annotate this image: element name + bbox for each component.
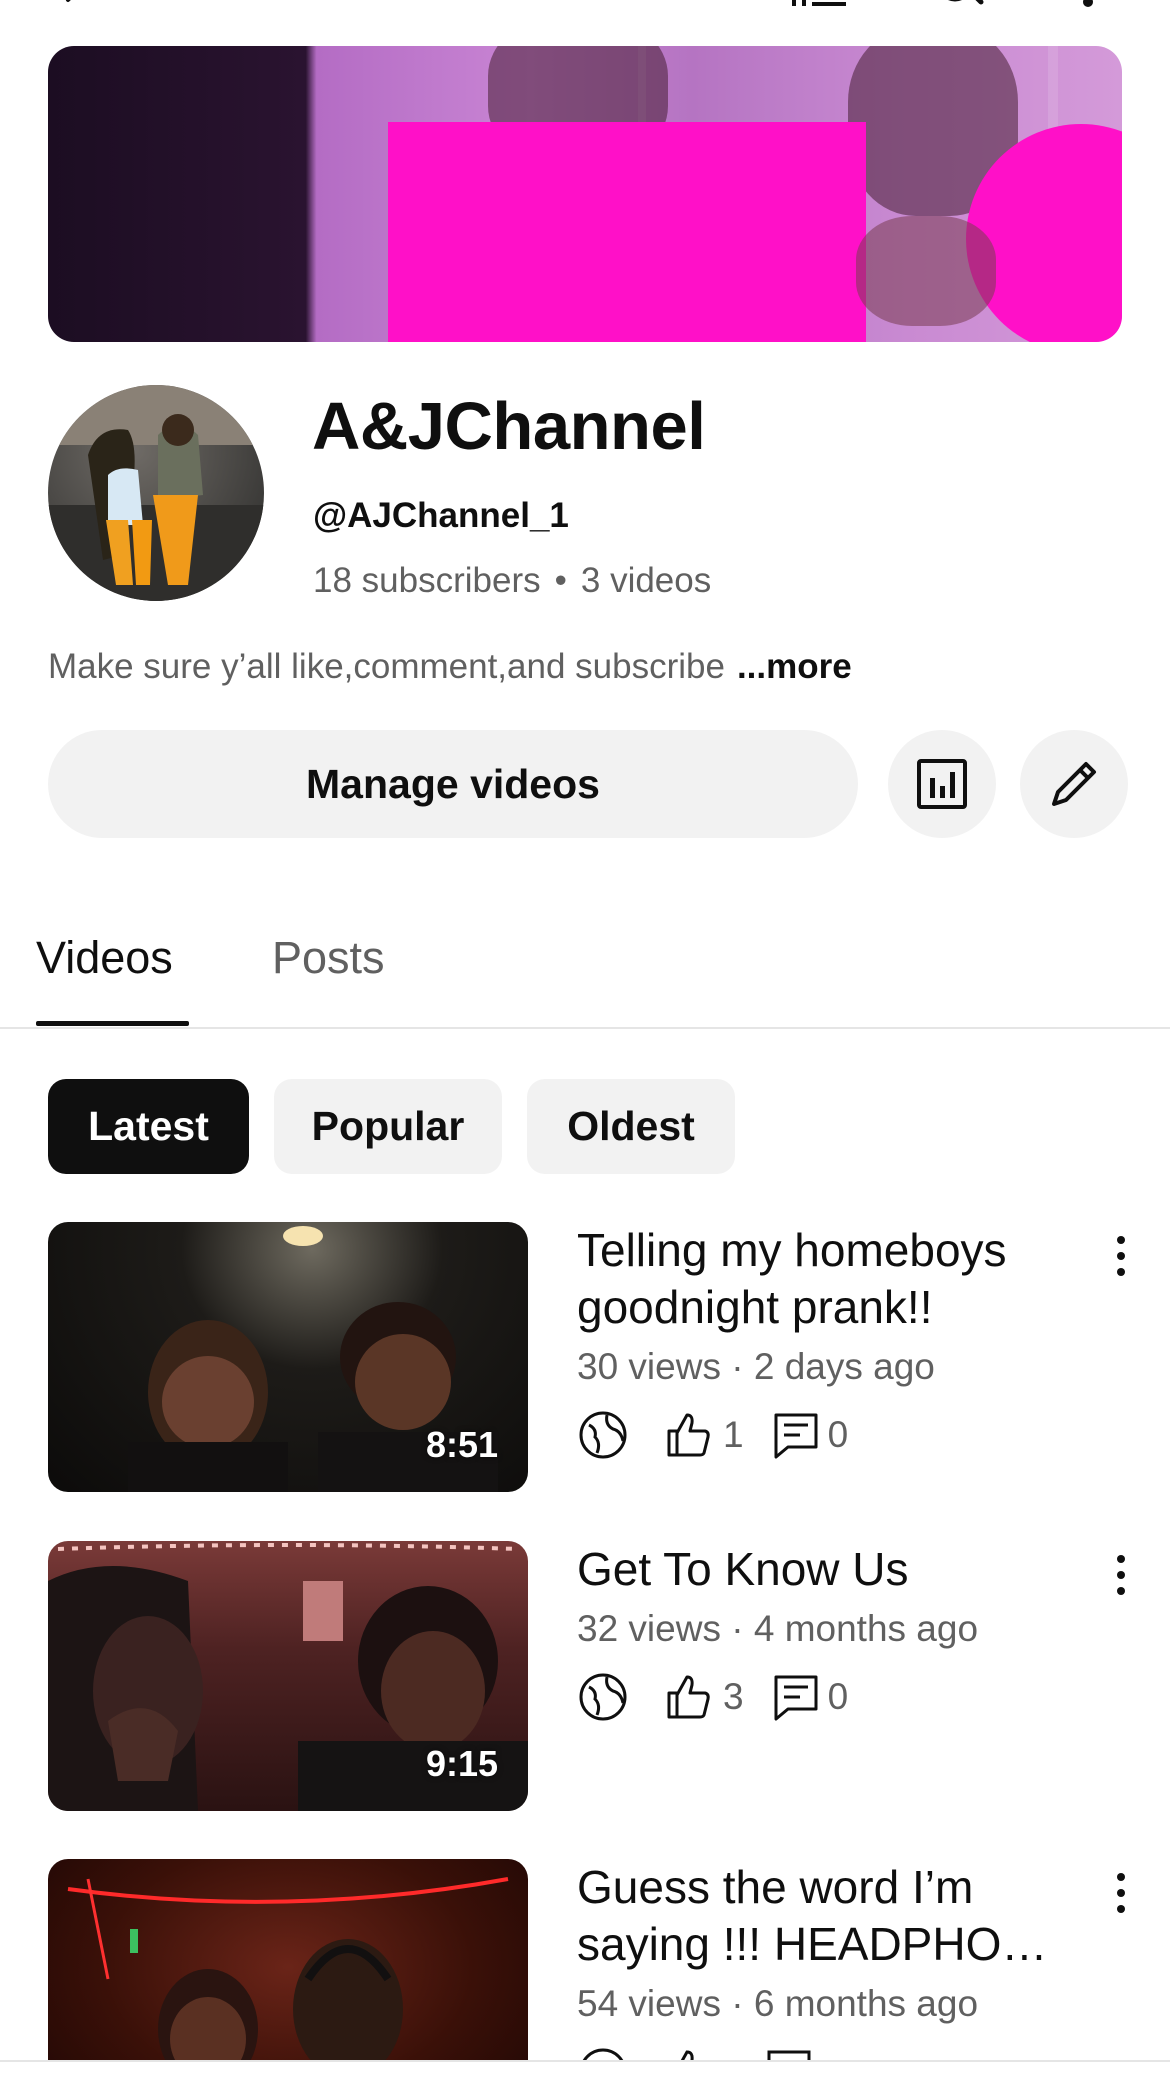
channel-stats: 18 subscribers • 3 videos (313, 561, 711, 601)
kebab-icon[interactable] (1108, 1234, 1134, 1278)
video-thumbnail[interactable] (48, 1859, 528, 2060)
video-duration: 9:15 (425, 1743, 498, 1784)
video-actions (577, 2046, 813, 2060)
subscriber-count: 18 subscribers (313, 561, 541, 600)
video-item[interactable]: Guess the word I’m saying !!! HEADPHO… 5… (0, 1859, 1170, 2060)
analytics-button[interactable] (888, 730, 996, 838)
video-title[interactable]: Guess the word I’m saying !!! HEADPHO… (577, 1859, 1087, 1973)
comment-count: 0 (827, 1676, 849, 1717)
filter-chip-oldest[interactable]: Oldest (527, 1079, 735, 1174)
video-thumbnail[interactable]: 9:15 (48, 1541, 528, 1811)
more-vert-icon[interactable] (1078, 0, 1098, 12)
active-tab-indicator (36, 1021, 189, 1026)
globe-icon (577, 1671, 629, 1723)
like-count: 1 (723, 1414, 744, 1455)
video-meta: 54 views · 6 months ago (577, 1983, 979, 2024)
tabs-divider (0, 1027, 1170, 1029)
video-meta: 30 views · 2 days ago (577, 1346, 935, 1387)
video-duration: 8:51 (425, 1424, 498, 1465)
comment-icon[interactable] (772, 1409, 820, 1461)
thumbs-up-icon[interactable] (663, 1671, 715, 1723)
globe-icon (577, 2046, 629, 2060)
bottom-nav-edge (0, 2060, 1170, 2082)
kebab-icon[interactable] (1108, 1871, 1134, 1915)
channel-avatar[interactable] (48, 385, 264, 601)
video-title[interactable]: Get To Know Us (577, 1541, 1087, 1598)
analytics-icon (916, 758, 968, 810)
tab-posts[interactable]: Posts (272, 932, 385, 984)
video-item[interactable]: 9:15 Get To Know Us 32 views · 4 months … (0, 1541, 1170, 1821)
tab-videos[interactable]: Videos (36, 932, 173, 984)
edit-channel-button[interactable] (1020, 730, 1128, 838)
thumbs-up-icon[interactable] (663, 1409, 715, 1461)
video-thumbnail[interactable]: 8:51 (48, 1222, 528, 1492)
back-arrow-icon[interactable] (60, 0, 100, 12)
channel-name: A&JChannel (312, 389, 706, 464)
channel-handle: @AJChannel_1 (313, 496, 569, 535)
filter-chip-latest[interactable]: Latest (48, 1079, 249, 1174)
comment-count: 0 (827, 1414, 849, 1455)
video-actions: 1 0 (577, 1409, 876, 1461)
video-count: 3 videos (580, 561, 712, 600)
kebab-icon[interactable] (1108, 1553, 1134, 1597)
globe-icon (577, 1409, 629, 1461)
like-count: 3 (723, 1676, 744, 1717)
search-icon[interactable] (935, 0, 995, 12)
thumbs-up-icon[interactable] (663, 2046, 715, 2060)
pencil-icon (1046, 756, 1102, 812)
manage-videos-button[interactable]: Manage videos (48, 730, 858, 838)
filter-chip-popular[interactable]: Popular (274, 1079, 502, 1174)
library-icon[interactable] (790, 0, 850, 12)
description-text: Make sure y’all like,comment,and subscri… (48, 647, 725, 686)
more-link[interactable]: ...more (737, 647, 852, 686)
video-title[interactable]: Telling my homeboys goodnight prank!! (577, 1222, 1087, 1336)
video-item[interactable]: 8:51 Telling my homeboys goodnight prank… (0, 1222, 1170, 1502)
channel-banner (48, 46, 1122, 342)
comment-icon[interactable] (765, 2046, 813, 2060)
video-meta: 32 views · 4 months ago (577, 1608, 979, 1649)
video-actions: 3 0 (577, 1671, 876, 1723)
channel-description[interactable]: Make sure y’all like,comment,and subscri… (48, 647, 852, 687)
comment-icon[interactable] (772, 1671, 820, 1723)
stats-separator: • (554, 561, 567, 600)
